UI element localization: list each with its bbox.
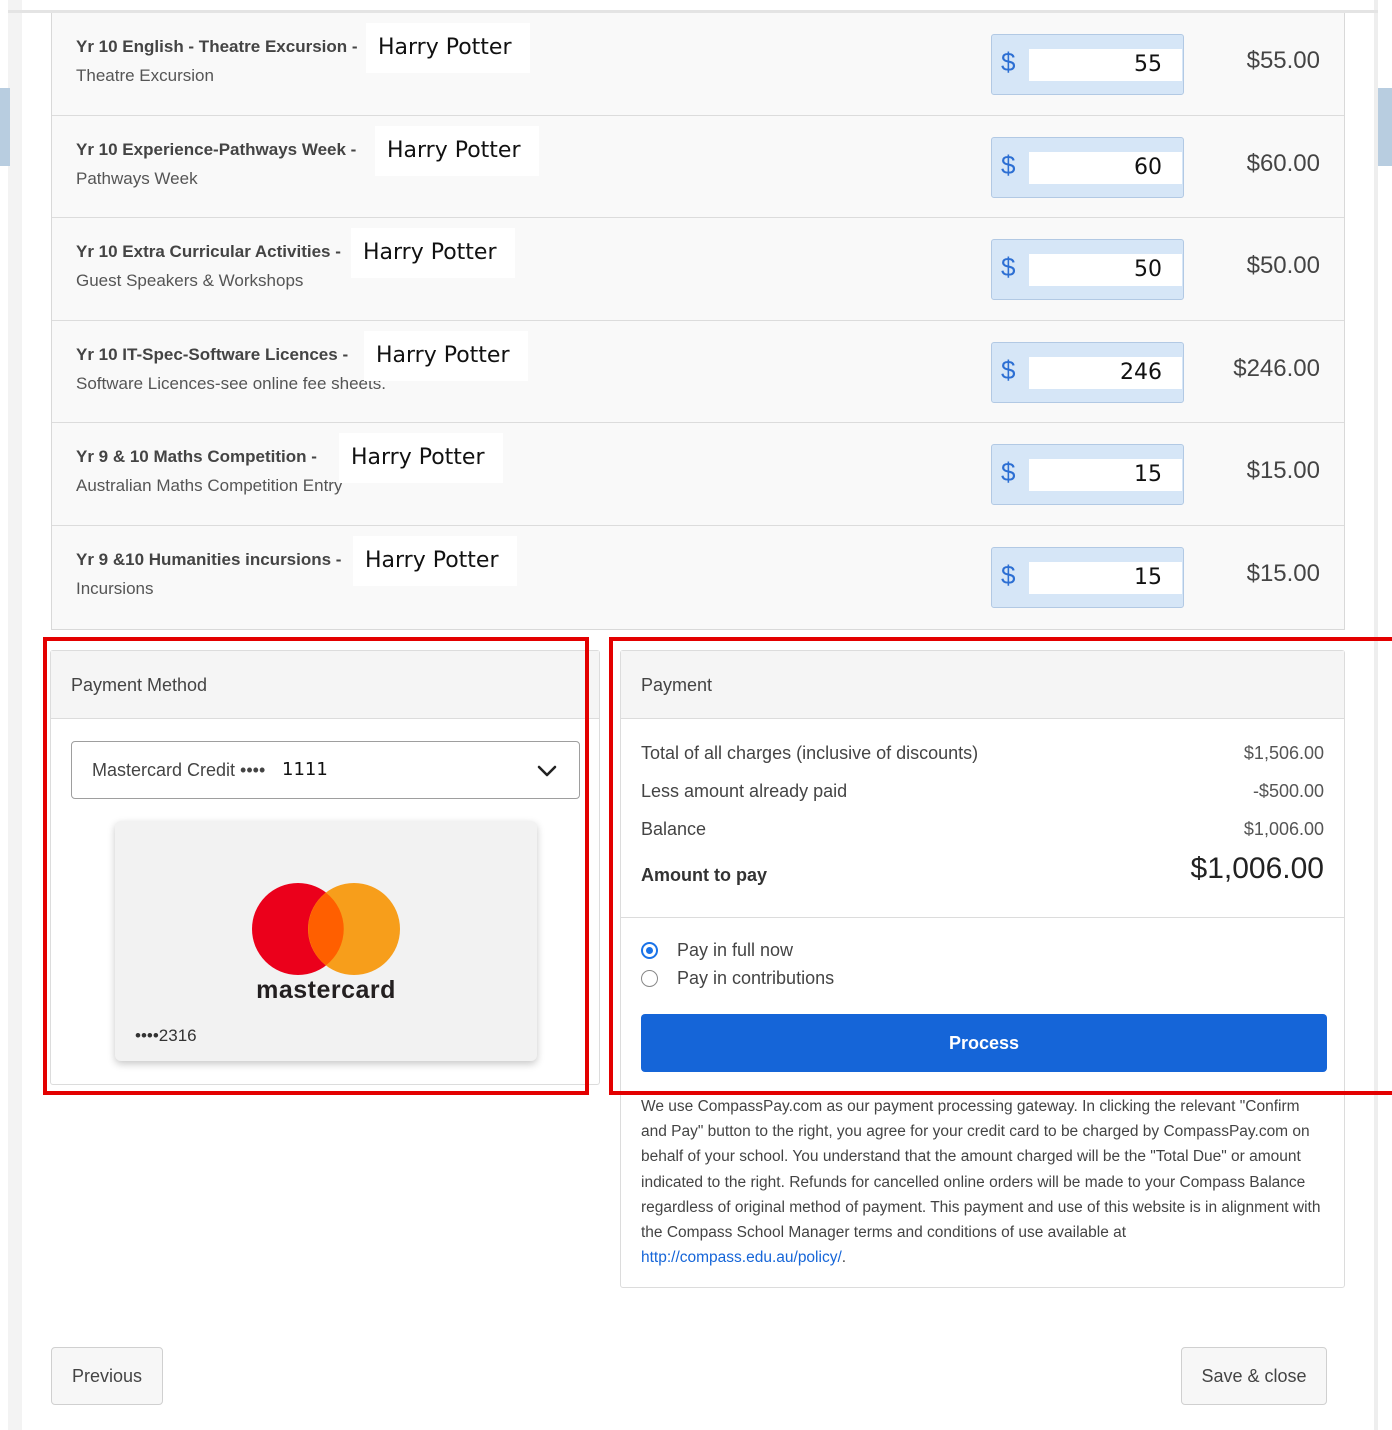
amount-input[interactable]: 60 [1029,151,1182,184]
radio-selected[interactable] [641,942,658,959]
background-band [1378,88,1392,166]
fee-row: Yr 9 & 10 Maths Competition - Australian… [52,423,1344,526]
summary-row: Total of all charges (inclusive of disco… [641,743,1324,764]
fee-title: Yr 9 &10 Humanities incursions - [76,549,342,569]
summary-row: Balance $1,006.00 [641,819,1324,840]
amount-to-pay-row: Amount to pay $1,006.00 [641,852,1324,886]
amount-input[interactable]: 15 [1029,459,1182,491]
amount-field[interactable]: $ 15 [991,444,1184,505]
link-suffix: . [841,1249,847,1267]
fee-subtitle: Incursions [76,578,154,598]
fee-total: $55.00 [1246,47,1320,74]
radio-unselected[interactable] [641,970,658,987]
payment-panel: Payment Total of all charges (inclusive … [620,650,1345,1288]
card-brand: mastercard [256,976,396,1004]
amount-field[interactable]: $ 246 [991,341,1184,403]
student-name: Harry Potter [353,535,517,586]
fee-title: Yr 10 English - Theatre Excursion - [76,37,358,56]
fee-row: Yr 10 Experience-Pathways Week - Pathway… [52,116,1344,218]
summary-label: Balance [641,819,707,839]
right-edge [1374,0,1378,1430]
option-pay-in-full[interactable]: Pay in full now [641,940,793,961]
dollar-icon: $ [1001,457,1016,487]
amount-input[interactable]: 15 [1029,561,1182,594]
payment-method-panel: Payment Method Mastercard Credit •••• 11… [50,650,600,1085]
dollar-icon: $ [1001,47,1016,77]
fee-row: Yr 10 English - Theatre Excursion - Thea… [52,13,1344,116]
fee-total: $15.00 [1246,457,1320,484]
background-band [0,88,10,166]
fee-total: $50.00 [1246,252,1320,279]
fee-subtitle: Australian Maths Competition Entry [76,476,343,495]
fee-title: Yr 9 & 10 Maths Competition - [76,447,317,466]
fee-row: Yr 10 Extra Curricular Activities - Gues… [52,218,1344,321]
summary-value: $1,506.00 [1243,743,1324,763]
fee-row: Yr 10 IT-Spec-Software Licences - Softwa… [52,321,1344,423]
fee-row: Yr 9 &10 Humanities incursions - Incursi… [52,526,1344,629]
summary-value: -$500.00 [1252,781,1324,801]
amount-input[interactable]: 55 [1029,49,1182,81]
policy-link[interactable]: http://compass.edu.au/policy/ [641,1249,842,1266]
student-name: Harry Potter [351,228,515,278]
fee-subtitle: Theatre Excursion [76,66,214,85]
payment-method-last4: 1111 [282,759,328,780]
amount-to-pay-value: $1,006.00 [1190,852,1324,885]
amount-field[interactable]: $ 60 [991,136,1184,198]
amount-field[interactable]: $ 55 [991,34,1184,95]
payment-method-select[interactable]: Mastercard Credit •••• 1111 [71,741,580,799]
fee-subtitle: Guest Speakers & Workshops [76,271,304,290]
mastercard-logo-icon [252,883,400,975]
option-label: Pay in full now [677,940,794,960]
fee-title: Yr 10 Extra Curricular Activities - [76,242,341,261]
student-name: Harry Potter [366,23,530,73]
fee-total: $60.00 [1246,149,1320,177]
chevron-down-icon[interactable] [535,759,559,783]
fee-total: $15.00 [1246,559,1320,587]
student-name: Harry Potter [375,125,539,176]
option-pay-in-contributions[interactable]: Pay in contributions [641,968,834,989]
payment-method-heading: Payment Method [51,651,599,719]
amount-field[interactable]: $ 50 [991,239,1184,300]
dollar-icon: $ [1001,252,1016,282]
disclaimer-text: We use CompassPay.com as our payment pro… [641,1098,1321,1242]
payment-heading: Payment [621,651,1344,719]
summary-label: Less amount already paid [641,781,848,801]
process-button[interactable]: Process [641,1014,1327,1072]
dollar-icon: $ [1001,559,1016,590]
save-close-button[interactable]: Save & close [1181,1347,1327,1405]
option-label: Pay in contributions [677,968,835,988]
left-edge [8,0,22,1430]
amount-to-pay-label: Amount to pay [641,865,767,885]
dollar-icon: $ [1001,149,1016,180]
fee-subtitle: Pathways Week [76,168,198,188]
dollar-icon: $ [1001,354,1016,385]
amount-field[interactable]: $ 15 [991,546,1184,608]
amount-input[interactable]: 50 [1029,254,1182,286]
summary-label: Total of all charges (inclusive of disco… [641,743,979,763]
fee-total: $246.00 [1233,354,1320,382]
summary-row: Less amount already paid -$500.00 [641,781,1324,802]
payment-method-label: Mastercard Credit •••• [92,760,266,780]
fee-title: Yr 10 IT-Spec-Software Licences - [76,344,349,364]
divider [621,917,1344,918]
fee-title: Yr 10 Experience-Pathways Week - [76,139,357,159]
amount-input[interactable]: 246 [1029,356,1182,389]
fee-list: Yr 10 English - Theatre Excursion - Thea… [51,13,1345,630]
summary-value: $1,006.00 [1243,819,1324,839]
previous-button[interactable]: Previous [51,1347,163,1405]
student-name: Harry Potter [364,330,528,381]
card-number: ••••2316 [135,1026,197,1045]
fee-subtitle: Software Licences-see online fee sheets. [76,373,386,393]
credit-card: mastercard ••••2316 [115,821,537,1061]
disclaimer: We use CompassPay.com as our payment pro… [641,1094,1329,1270]
student-name: Harry Potter [339,433,503,483]
